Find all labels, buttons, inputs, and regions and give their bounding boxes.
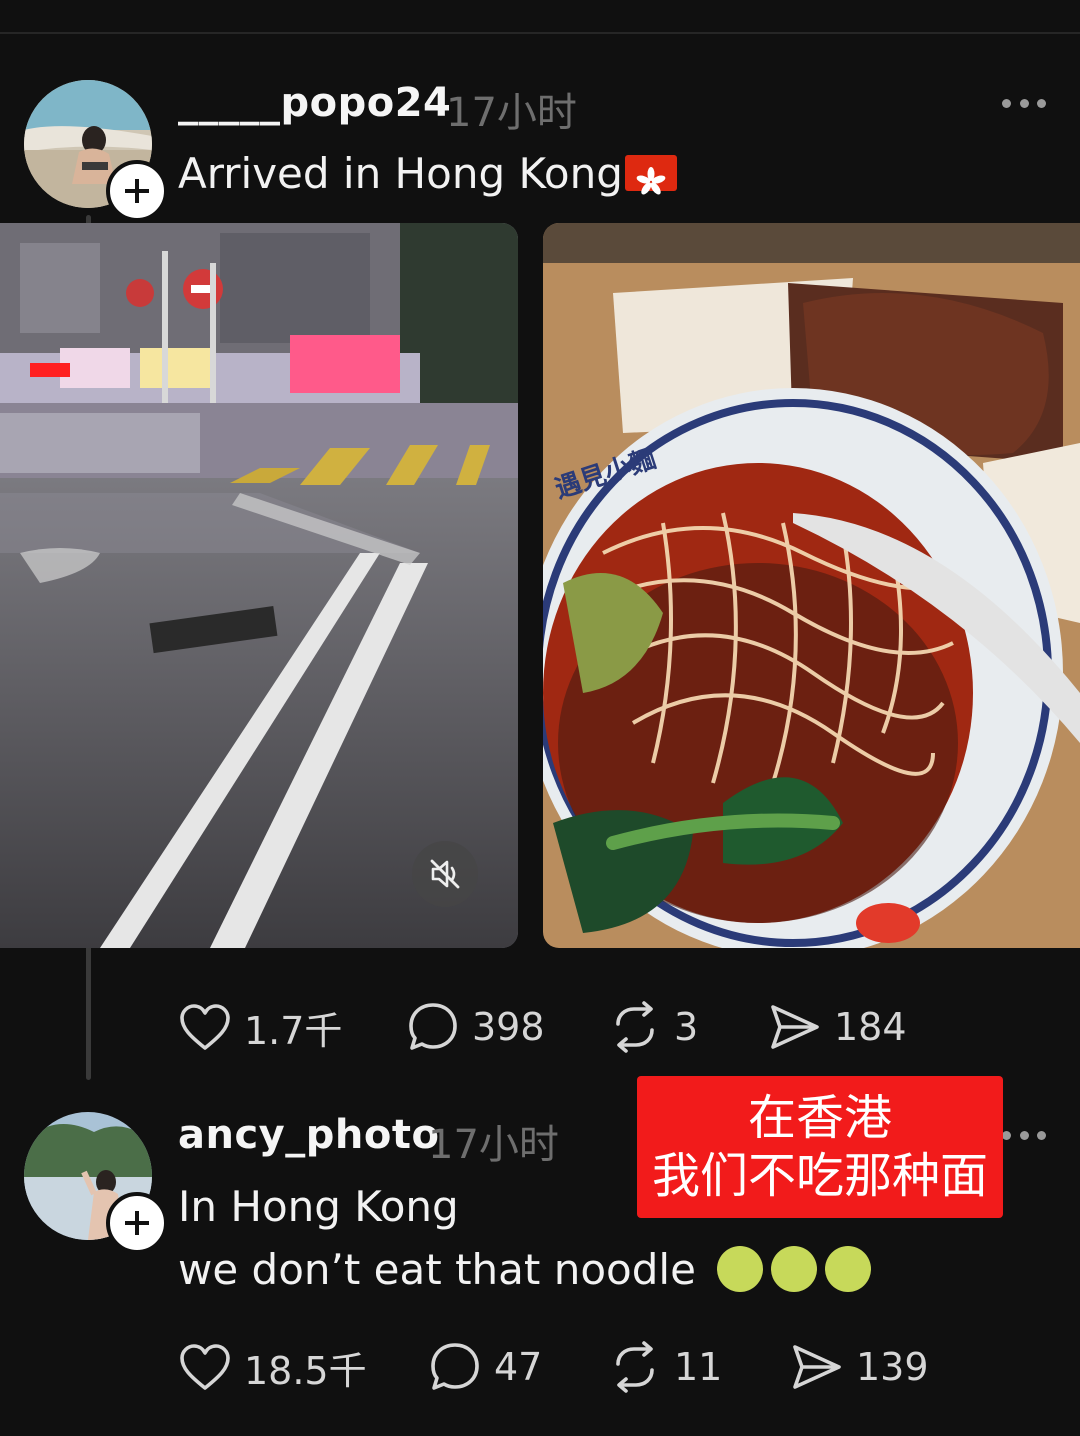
top-divider <box>0 32 1080 34</box>
banner-line-2: 我们不吃那种面 <box>651 1148 988 1204</box>
comment-bubble-icon <box>431 1343 479 1390</box>
dot-icon <box>1019 1130 1029 1140</box>
heart-icon <box>180 1344 230 1390</box>
nauseated-face-icon <box>717 1245 764 1292</box>
hong-kong-flag-icon <box>624 154 677 194</box>
comment-count: 47 <box>494 1345 543 1389</box>
street-video-frame <box>0 223 518 948</box>
plus-icon <box>125 179 149 203</box>
dot-icon <box>1019 98 1029 108</box>
repost-icon <box>616 1001 654 1053</box>
like-count: 1.7千 <box>244 1008 343 1053</box>
heart-icon <box>180 1004 230 1050</box>
dot-icon <box>1037 98 1046 108</box>
comment-bubble-icon <box>409 1003 457 1050</box>
noodle-bowl-image: 遇見小麵 <box>543 223 1080 948</box>
post-time: 17小时 <box>428 1122 559 1168</box>
like-count: 18.5千 <box>244 1348 367 1393</box>
username[interactable]: ancy_photo <box>178 1112 439 1158</box>
street-video[interactable] <box>0 223 518 948</box>
like-button[interactable]: 1.7千 <box>178 997 342 1057</box>
follow-plus-button[interactable] <box>106 1192 168 1254</box>
repost-icon <box>616 1341 654 1393</box>
banner-line-1: 在香港 <box>747 1090 892 1146</box>
more-options-button[interactable] <box>1002 96 1046 110</box>
comment-button[interactable]: 398 <box>406 997 545 1057</box>
caption-overlay-banner: 在香港 我们不吃那种面 <box>637 1076 1003 1218</box>
dot-icon <box>1002 1130 1011 1140</box>
send-icon <box>793 1345 841 1389</box>
muted-speaker-icon <box>430 859 460 889</box>
repost-button[interactable]: 11 <box>608 1337 722 1397</box>
dot-icon <box>1002 98 1011 108</box>
repost-button[interactable]: 3 <box>608 997 698 1057</box>
post-text: Arrived in Hong Kong <box>178 143 677 205</box>
post-time: 17小时 <box>446 90 577 136</box>
follow-plus-button[interactable] <box>106 160 168 222</box>
post-text-line-2: we don’t eat that noodle <box>178 1239 872 1301</box>
comment-count: 398 <box>472 1005 545 1049</box>
post-text-content: Arrived in Hong Kong <box>178 149 623 198</box>
nauseated-face-icon <box>771 1245 818 1292</box>
repost-count: 11 <box>674 1345 723 1389</box>
send-icon <box>771 1005 819 1049</box>
mute-toggle-button[interactable] <box>412 841 478 907</box>
username[interactable]: _____popo24 <box>178 80 451 126</box>
post-text-line-1: In Hong Kong <box>178 1182 459 1231</box>
nauseated-face-icon <box>825 1245 872 1292</box>
like-button[interactable]: 18.5千 <box>178 1337 367 1397</box>
plus-icon <box>125 1211 149 1235</box>
more-options-button[interactable] <box>1002 1128 1046 1142</box>
noodle-photo[interactable]: 遇見小麵 <box>543 223 1080 948</box>
share-button[interactable]: 139 <box>790 1337 929 1397</box>
post-text-content: we don’t eat that noodle <box>178 1245 696 1294</box>
share-count: 139 <box>856 1345 929 1389</box>
repost-count: 3 <box>674 1005 699 1049</box>
comment-button[interactable]: 47 <box>428 1337 542 1397</box>
share-count: 184 <box>834 1005 907 1049</box>
share-button[interactable]: 184 <box>768 997 907 1057</box>
dot-icon <box>1037 1130 1046 1140</box>
